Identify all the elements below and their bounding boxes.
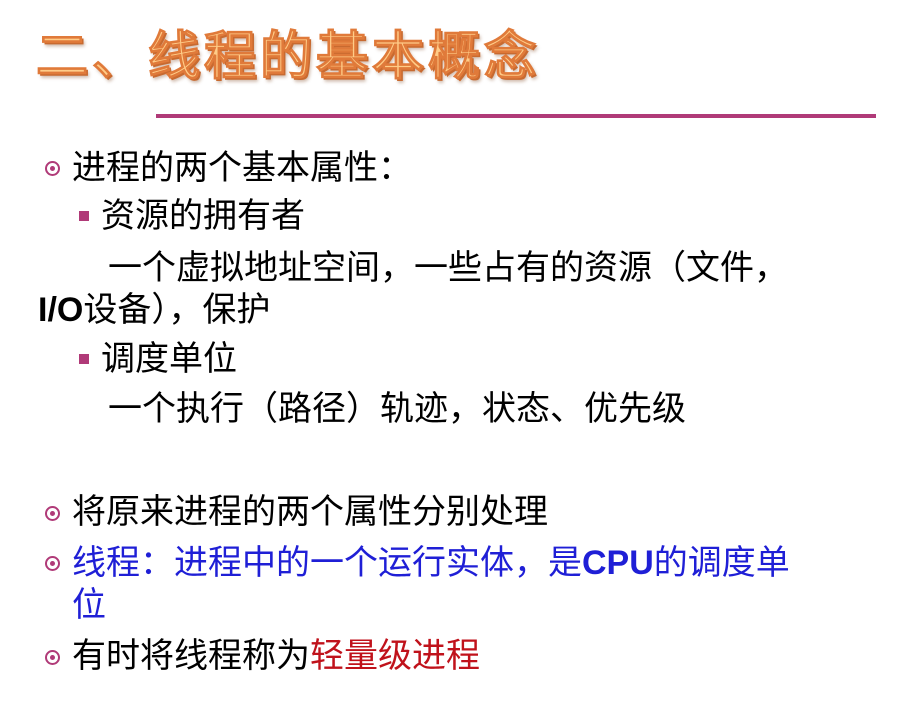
resource-owner-detail-line2: I/O设备），保护	[38, 288, 270, 332]
bullet-separate-attributes: 将原来进程的两个属性分别处理	[72, 492, 548, 532]
bullet-thread-definition: 线程：进程中的一个运行实体，是CPU的调度单	[72, 541, 790, 585]
target-circle-icon	[45, 161, 60, 176]
resource-owner-detail-line1: 一个虚拟地址空间，一些占有的资源（文件，	[108, 248, 788, 288]
lightweight-process-highlight: 轻量级进程	[310, 636, 480, 676]
square-bullet-icon	[79, 354, 89, 364]
target-circle-icon	[45, 506, 60, 521]
sub-bullet-scheduling-unit: 调度单位	[101, 339, 237, 379]
target-circle-icon	[45, 650, 60, 665]
square-bullet-icon	[79, 211, 89, 221]
bullet-process-attributes: 进程的两个基本属性：	[72, 148, 412, 188]
slide-content: 进程的两个基本属性： 资源的拥有者 一个虚拟地址空间，一些占有的资源（文件， I…	[0, 0, 916, 704]
scheduling-unit-detail: 一个执行（路径）轨迹，状态、优先级	[108, 389, 686, 429]
cpu-text: CPU	[582, 544, 654, 582]
lightweight-prefix: 有时将线程称为	[72, 636, 310, 676]
thread-definition-part2: 的调度单	[653, 543, 790, 583]
device-protection-text: 设备），保护	[83, 290, 271, 330]
io-text: I/O	[38, 291, 84, 329]
bullet-lightweight-process: 有时将线程称为轻量级进程	[72, 634, 480, 678]
slide: 二、线程的基本概念 进程的两个基本属性： 资源的拥有者 一个虚拟地址空间，一些占…	[0, 0, 916, 704]
sub-bullet-resource-owner: 资源的拥有者	[101, 196, 305, 236]
target-circle-icon	[45, 556, 60, 571]
thread-definition-line2: 位	[72, 585, 106, 625]
thread-definition-part1: 线程：进程中的一个运行实体，是	[72, 543, 582, 583]
